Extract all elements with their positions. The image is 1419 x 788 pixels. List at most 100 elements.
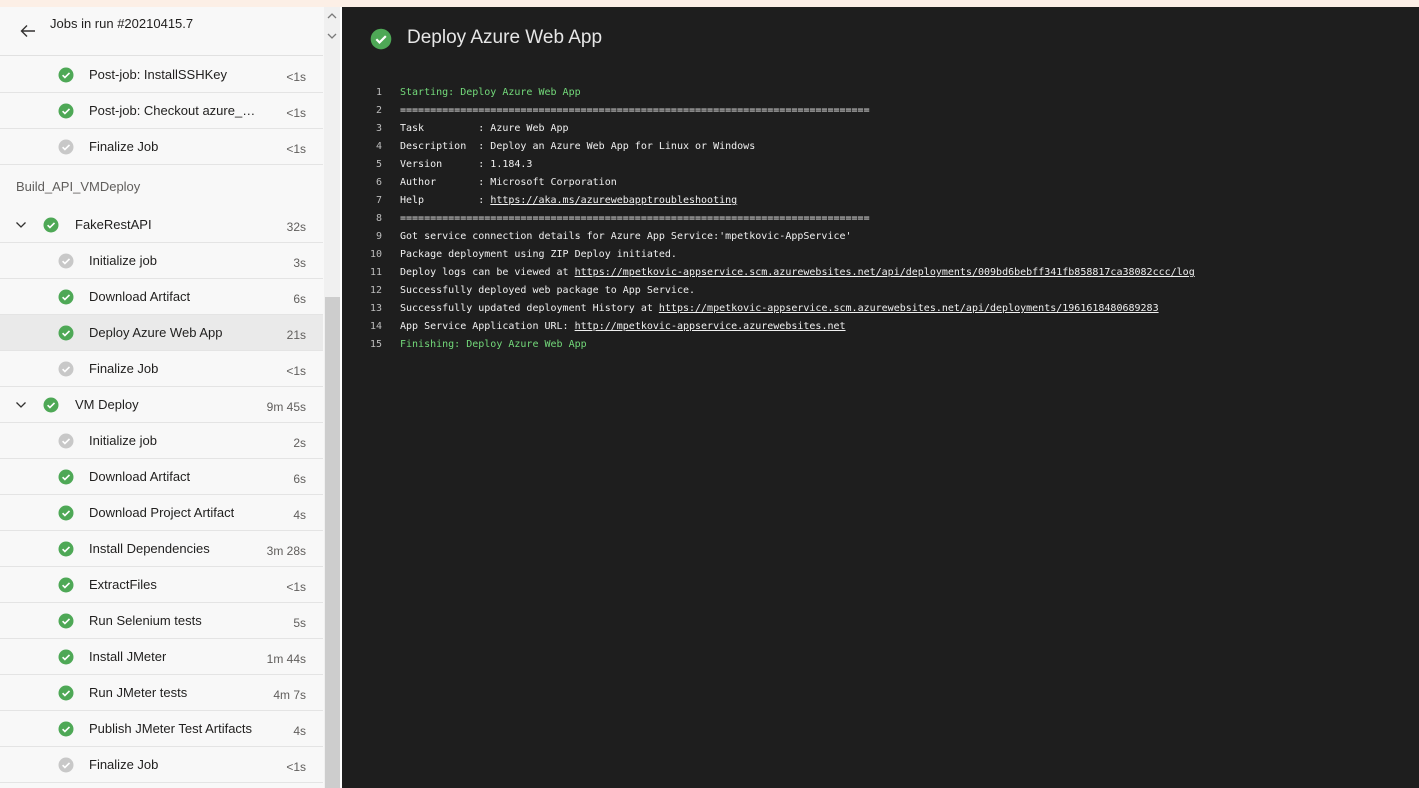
step-label: Publish JMeter Test Artifacts [89, 721, 253, 736]
scroll-up-icon[interactable] [325, 9, 339, 23]
step-label: Install Dependencies [89, 541, 210, 556]
skipped-check-icon [58, 433, 74, 449]
success-check-icon [43, 397, 59, 413]
log-link[interactable]: http://mpetkovic-appservice.azurewebsite… [575, 321, 846, 332]
success-check-icon [58, 469, 74, 485]
success-check-icon [58, 685, 74, 701]
step-row[interactable]: Initialize job 3s [0, 243, 323, 279]
log-link[interactable]: https://aka.ms/azurewebapptroubleshootin… [490, 195, 737, 206]
step-label: Finalize Job [89, 139, 159, 154]
step-duration: <1s [286, 364, 306, 378]
step-duration: 4m 7s [273, 688, 306, 702]
log-text: Successfully deployed web package to App… [400, 285, 696, 296]
step-row[interactable]: Install Dependencies 3m 28s [0, 531, 323, 567]
step-row[interactable]: Finalize Job <1s [0, 747, 323, 783]
step-row[interactable]: Download Artifact 6s [0, 279, 323, 315]
log-link[interactable]: https://mpetkovic-appservice.scm.azurewe… [575, 267, 1195, 278]
job-row[interactable]: VM Deploy 9m 45s [0, 387, 323, 423]
step-duration: <1s [286, 142, 306, 156]
jobs-panel-header: Jobs in run #20210415.7 [0, 7, 323, 56]
chevron-down-icon[interactable] [14, 218, 28, 232]
log-line-text: Finishing: Deploy Azure Web App [400, 339, 587, 350]
chevron-down-icon[interactable] [14, 398, 28, 412]
step-duration: 4s [293, 724, 306, 738]
page-title: Jobs in run #20210415.7 [50, 16, 194, 31]
success-check-icon [58, 289, 74, 305]
log-line-text: Description : Deploy an Azure Web App fo… [400, 141, 755, 152]
step-row[interactable]: Post-job: InstallSSHKey <1s [0, 57, 323, 93]
step-label: Deploy Azure Web App [89, 325, 223, 340]
step-duration: 3s [293, 256, 306, 270]
success-check-icon [58, 541, 74, 557]
step-row[interactable]: Run Selenium tests 5s [0, 603, 323, 639]
scroll-down-icon[interactable] [325, 29, 339, 43]
log-text: Description : Deploy an Azure Web App fo… [400, 141, 756, 152]
step-duration: 4s [293, 508, 306, 522]
step-row[interactable]: Initialize job 2s [0, 423, 323, 459]
success-check-icon [58, 67, 74, 83]
log-text: Task : Azure Web App [400, 123, 569, 134]
step-label: Initialize job [89, 253, 157, 268]
step-row[interactable]: Download Project Artifact 4s [0, 495, 323, 531]
success-check-icon [58, 649, 74, 665]
log-line-text: Help : https://aka.ms/azurewebapptrouble… [400, 195, 737, 206]
step-label: Run Selenium tests [89, 613, 202, 628]
log-line-number: 7 [375, 195, 382, 206]
scrollbar-thumb[interactable] [325, 297, 340, 788]
log-text: App Service Application URL: [400, 321, 575, 332]
step-row[interactable]: Finalize Job <1s [0, 129, 323, 165]
step-duration: <1s [286, 580, 306, 594]
log-line-number: 12 [369, 285, 382, 296]
skipped-check-icon [58, 139, 74, 155]
success-check-icon [58, 505, 74, 521]
log-link[interactable]: https://mpetkovic-appservice.scm.azurewe… [659, 303, 1159, 314]
step-row[interactable]: Install JMeter 1m 44s [0, 639, 323, 675]
job-duration: 32s [286, 220, 306, 234]
step-row[interactable]: Deploy Azure Web App 21s [0, 315, 323, 351]
step-duration: <1s [286, 760, 306, 774]
step-row[interactable]: Finalize Job <1s [0, 351, 323, 387]
jobs-panel: Post-job: InstallSSHKey <1s Post-job: Chec… [0, 7, 340, 788]
step-duration: <1s [286, 70, 306, 84]
step-row[interactable]: Post-job: Checkout azure_E... <1s [0, 93, 323, 129]
step-row[interactable]: ExtractFiles <1s [0, 567, 323, 603]
log-line-text: Deploy logs can be viewed at https://mpe… [400, 267, 1195, 278]
back-arrow-icon[interactable] [18, 21, 38, 41]
top-strip [0, 0, 1419, 7]
step-duration: <1s [286, 106, 306, 120]
log-line-text: Successfully deployed web package to App… [400, 285, 695, 296]
log-text: Version : 1.184.3 [400, 159, 533, 170]
step-duration: 6s [293, 472, 306, 486]
log-line-text: Version : 1.184.3 [400, 159, 532, 170]
step-label: Finalize Job [89, 757, 159, 772]
step-duration: 21s [286, 328, 306, 342]
log-line-number: 4 [375, 141, 382, 152]
job-name: VM Deploy [75, 397, 139, 412]
log-line-number: 10 [369, 249, 382, 260]
log-text: Author : Microsoft Corporation [400, 177, 617, 188]
job-duration: 9m 45s [266, 400, 306, 414]
log-title: Deploy Azure Web App [407, 27, 603, 48]
log-text: ========================================… [400, 213, 870, 224]
log-line-number: 2 [375, 105, 382, 116]
log-line-text: Successfully updated deployment History … [400, 303, 1159, 314]
step-row[interactable]: Download Artifact 6s [0, 459, 323, 495]
step-label: Post-job: InstallSSHKey [89, 67, 228, 82]
step-duration: 1m 44s [266, 652, 306, 666]
step-label: Install JMeter [89, 649, 167, 664]
log-line-number: 14 [369, 321, 382, 332]
log-line-number: 3 [375, 123, 382, 134]
step-label: Download Artifact [89, 469, 191, 484]
log-line-number: 9 [375, 231, 382, 242]
job-row[interactable]: FakeRestAPI 32s [0, 207, 323, 243]
log-text: Got service connection details for Azure… [400, 231, 852, 242]
success-check-icon [58, 577, 74, 593]
log-line-number: 5 [375, 159, 382, 170]
step-row[interactable]: Run JMeter tests 4m 7s [0, 675, 323, 711]
log-line-text: Got service connection details for Azure… [400, 231, 852, 242]
step-duration: 5s [293, 616, 306, 630]
step-label: ExtractFiles [89, 577, 157, 592]
step-row[interactable]: Publish JMeter Test Artifacts 4s [0, 711, 323, 747]
log-line-number: 15 [369, 339, 382, 350]
log-text: Deploy logs can be viewed at [400, 267, 575, 278]
